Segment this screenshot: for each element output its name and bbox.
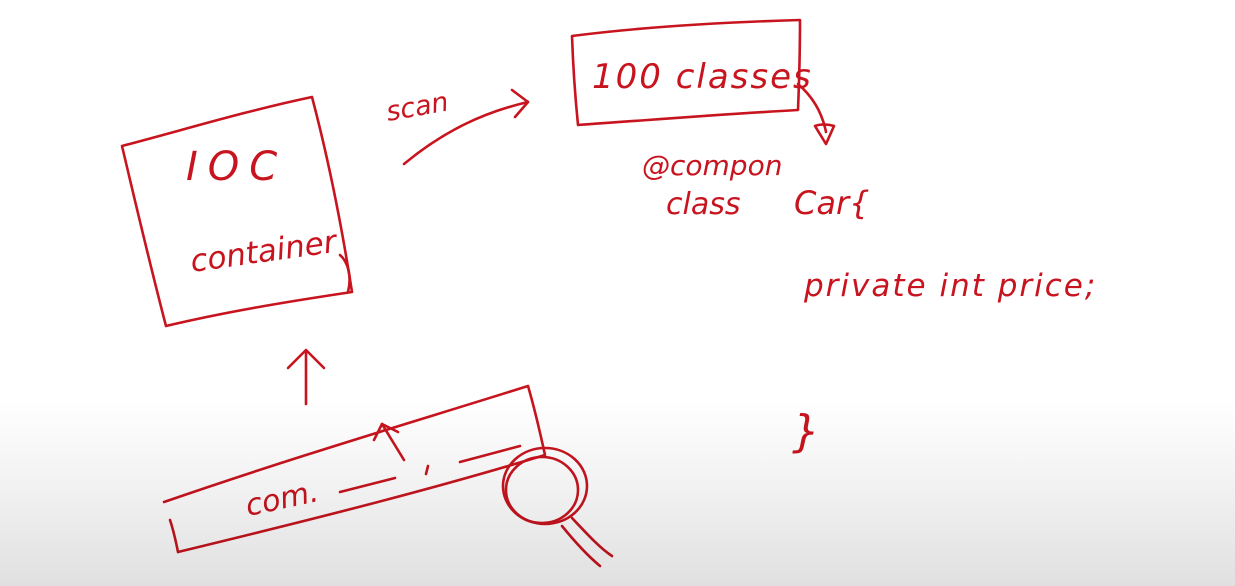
whiteboard-canvas: IOC container scan 100 classes @compon c… <box>120 18 1097 568</box>
up-arrow <box>286 348 326 406</box>
class-closing-brace: } <box>792 406 820 457</box>
ioc-subtitle: container <box>188 224 341 280</box>
classes-label: 100 classes <box>592 57 813 97</box>
package-bar: com. <box>162 384 547 554</box>
component-class-keyword: class <box>666 187 740 222</box>
component-class-name: Car{ <box>794 184 869 222</box>
package-label: com. <box>242 474 321 524</box>
ioc-container-box: IOC container <box>120 95 354 328</box>
magnifying-glass-icon <box>501 446 614 568</box>
ioc-title: IOC <box>186 144 287 190</box>
class-body: private int price; } <box>792 268 1097 457</box>
classes-box: 100 classes <box>570 18 813 127</box>
component-annotation: @compon class Car{ <box>642 149 869 222</box>
class-field: private int price; <box>803 268 1097 304</box>
component-annotation-line1: @compon <box>642 149 782 182</box>
scan-label: scan <box>384 86 451 127</box>
scan-arrow: scan <box>384 86 530 166</box>
